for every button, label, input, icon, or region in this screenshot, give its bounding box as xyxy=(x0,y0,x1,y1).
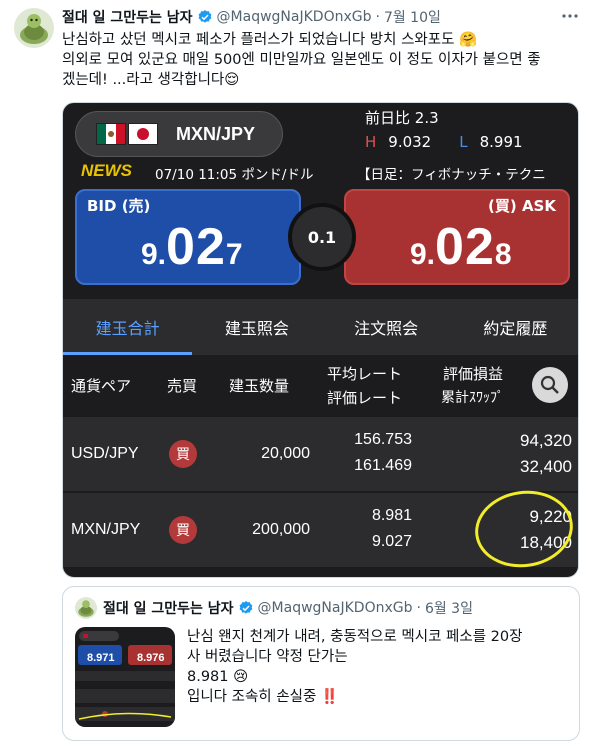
tweet-line: 의외로 모여 있군요 매일 500엔 미만일까요 일본엔도 이 정도 이자가 붙… xyxy=(62,52,541,68)
prev-day-change: 前日比 2.3 xyxy=(365,107,439,128)
row-pl: 94,320 xyxy=(520,431,572,450)
tweet-text: 난심하고 샀던 멕시코 페소가 플러스가 되었습니다 방치 스와포도 🤗 의외로… xyxy=(62,30,582,90)
tweet-date[interactable]: 7월 10일 xyxy=(384,7,441,27)
ask-price-pre: 9. xyxy=(410,238,436,271)
row-avg-rate: 8.981 xyxy=(371,507,412,524)
tweet-line: 겠는데! ...라고 생각합니다😌 xyxy=(62,72,240,88)
quoted-line: 사 버렸습니다 약정 단가는 xyxy=(187,649,348,665)
japan-flag-icon xyxy=(128,123,158,145)
bid-price-main: 02 xyxy=(166,218,226,276)
row-eval-rate: 161.469 xyxy=(354,457,412,474)
separator-dot: · xyxy=(375,9,380,25)
row-avg-rate: 156.753 xyxy=(354,431,412,448)
prev-label: 前日比 xyxy=(365,109,411,127)
col-qty: 建玉数量 xyxy=(229,377,290,395)
col-rate-top: 平均レート xyxy=(327,365,403,383)
col-pl-bottom: 累計ｽﾜｯﾌﾟ xyxy=(441,390,504,406)
spread-badge: 0.1 xyxy=(288,203,356,271)
quoted-handle: @MaqwgNaJKDOnxGb xyxy=(257,600,413,616)
quoted-line: 입니다 조속히 손실중 ‼️ xyxy=(187,689,339,705)
bid-box: BID (売) 9. 02 7 xyxy=(75,189,301,285)
low-value: 8.991 xyxy=(479,133,523,151)
quoted-image-thumbnail[interactable]: 8.971 8.976 xyxy=(75,627,175,727)
ask-price-tail: 8 xyxy=(494,238,512,271)
prev-value: 2.3 xyxy=(414,109,439,127)
low-label: L xyxy=(459,133,468,151)
tweet-line: 난심하고 샀던 멕시코 페소가 플러스가 되었습니다 방치 스와포도 🤗 xyxy=(62,32,478,48)
table-row: USD/JPY 買 20,000 156.753 161.469 94,320 … xyxy=(63,417,578,491)
ask-box: (買) ASK 9. 02 8 xyxy=(344,189,570,285)
quoted-text: 난심 왠지 천계가 내려, 충동적으로 멕시코 페소를 20장 사 버렸습니다 … xyxy=(187,627,567,707)
quoted-tweet[interactable]: 절대 일 그만두는 남자 @MaqwgNaJKDOnxGb · 6월 3일 8.… xyxy=(62,586,580,741)
pair-name: MXN/JPY xyxy=(176,123,256,144)
high-value: 9.032 xyxy=(388,133,432,151)
news-label: NEWS xyxy=(81,161,132,180)
row-swap: 32,400 xyxy=(520,457,572,476)
row-pair: MXN/JPY xyxy=(71,521,141,538)
tweet[interactable]: 절대 일 그만두는 남자 @MaqwgNaJKDOnxGb · 7월 10일 난… xyxy=(0,0,594,749)
svg-text:8.971: 8.971 xyxy=(87,652,115,664)
bid-price: 9. 02 7 xyxy=(141,217,243,277)
col-pair: 通貨ペア xyxy=(71,377,132,395)
col-side: 売買 xyxy=(167,377,198,395)
quoted-display-name: 절대 일 그만두는 남자 xyxy=(103,601,234,617)
bid-label: BID (売) xyxy=(87,197,151,215)
more-icon[interactable] xyxy=(560,6,580,26)
separator-dot: · xyxy=(416,600,421,616)
bid-price-pre: 9. xyxy=(141,238,167,271)
quoted-avatar xyxy=(75,597,97,619)
high-low: H 9.032 L 8.991 xyxy=(365,133,523,151)
search-icon xyxy=(532,367,568,403)
quoted-header: 절대 일 그만두는 남자 @MaqwgNaJKDOnxGb · 6월 3일 xyxy=(75,597,473,619)
high-label: H xyxy=(365,133,377,151)
bid-price-tail: 7 xyxy=(225,238,243,271)
tab-execution-history: 約定履歴 xyxy=(483,319,548,338)
quoted-line: 난심 왠지 천계가 내려, 충동적으로 멕시코 페소를 20장 xyxy=(187,629,523,645)
news-text-2: 【日足：フィボナッチ・テクニ xyxy=(357,167,546,183)
quoted-line: 8.981 😢 xyxy=(187,669,249,685)
ask-price-main: 02 xyxy=(435,218,495,276)
ask-price: 9. 02 8 xyxy=(410,217,512,277)
verified-badge-icon xyxy=(239,601,252,614)
display-name[interactable]: 절대 일 그만두는 남자 xyxy=(62,7,193,27)
buy-badge: 買 xyxy=(169,516,197,544)
col-rate-bottom: 評価レート xyxy=(327,389,403,407)
table-header: 通貨ペア 売買 建玉数量 平均レート 評価レート 評価損益 累計ｽﾜｯﾌﾟ xyxy=(63,355,578,415)
avatar[interactable] xyxy=(14,8,54,48)
tab-bar: 建玉合計 建玉照会 注文照会 約定履歴 xyxy=(63,299,578,355)
row-eval-rate: 9.027 xyxy=(371,533,412,550)
row-pair: USD/JPY xyxy=(71,445,139,462)
tweet-header: 절대 일 그만두는 남자 @MaqwgNaJKDOnxGb · 7월 10일 xyxy=(62,7,441,27)
tab-order-inquiry: 注文照会 xyxy=(354,319,419,338)
tab-position-total: 建玉合計 xyxy=(63,299,193,355)
buy-badge: 買 xyxy=(169,440,197,468)
handle[interactable]: @MaqwgNaJKDOnxGb xyxy=(217,9,372,25)
svg-text:8.976: 8.976 xyxy=(137,652,165,664)
attached-image[interactable]: MXN/JPY 前日比 2.3 H 9.032 L 8.991 NEWS 07/… xyxy=(62,102,579,578)
col-pl-top: 評価損益 xyxy=(443,365,504,383)
verified-badge-icon xyxy=(198,10,211,23)
row-qty: 20,000 xyxy=(261,445,310,462)
pair-selector: MXN/JPY xyxy=(75,111,283,157)
quoted-date: 6월 3일 xyxy=(424,601,473,617)
ask-label: (買) ASK xyxy=(488,197,556,215)
tab-position-inquiry: 建玉照会 xyxy=(224,319,289,338)
mexico-flag-icon xyxy=(96,123,126,145)
row-qty: 200,000 xyxy=(252,521,310,538)
news-text: 07/10 11:05 ポンド/ドル xyxy=(155,167,314,183)
